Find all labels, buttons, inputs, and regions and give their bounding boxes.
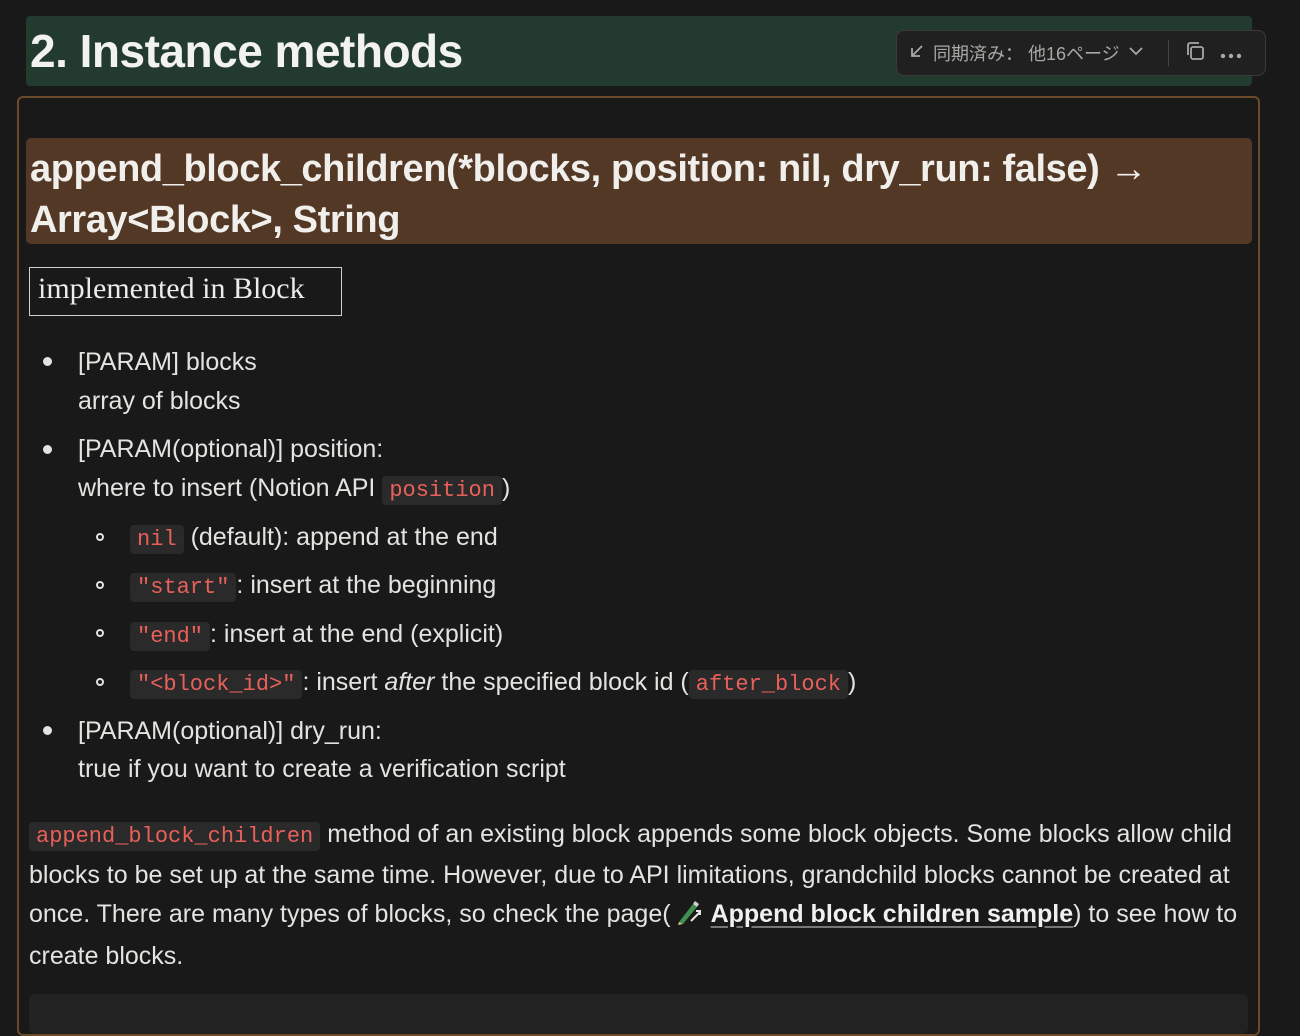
copy-sync-button[interactable] [1177,35,1213,71]
position-option-start: "start": insert at the beginning [130,568,496,605]
bullet-dot [43,726,52,735]
sub-bullet-circle [96,678,104,686]
pencil-page-icon [675,898,705,937]
position-desc-suffix: ) [501,474,511,502]
position-desc-prefix: where to insert (Notion API [78,474,376,502]
param-position-desc: where to insert (Notion API position) [78,471,510,508]
method-description: append_block_children method of an exist… [29,815,1254,976]
param-blocks-label: [PARAM] blocks [78,348,257,376]
sub-bullet-circle [96,629,104,637]
copy-icon [1184,40,1206,67]
option-code: "end" [130,622,211,651]
option-code: "<block_id>" [130,670,303,699]
bullet-dot [43,445,52,454]
option-code: nil [130,525,184,554]
option-text: : insert at the beginning [236,571,497,599]
toolbar-divider [1167,40,1169,66]
param-blocks-desc: array of blocks [78,387,241,415]
param-dry-run-label: [PARAM(optional)] dry_run: [78,717,382,745]
more-options-button[interactable] [1213,35,1249,71]
position-option-end: "end": insert at the end (explicit) [130,617,503,654]
param-position-label: [PARAM(optional)] position: [78,435,384,463]
option-text-pre: : insert [302,668,378,696]
sub-bullet-circle [96,581,104,589]
heading-3-block: append_block_children(*blocks, position:… [26,138,1252,244]
append-block-children-sample-link[interactable]: Append block children sample [711,900,1074,928]
heading-2-title: 2. Instance methods [30,25,463,77]
synced-block-toolbar: 同期済み： 他16ページ [896,30,1266,76]
param-dry-run-desc: true if you want to create a verificatio… [78,755,566,783]
after-block-code: after_block [688,670,848,699]
chevron-down-icon [1128,43,1144,64]
position-option-nil: nil (default): append at the end [130,520,498,557]
code-block [29,994,1248,1034]
option-text: (default): append at the end [190,523,498,551]
synced-pages-button[interactable]: 同期済み： 他16ページ [897,31,1154,75]
description-code: append_block_children [29,822,321,851]
option-text: : insert at the end (explicit) [210,620,504,648]
option-text-end: ) [848,668,857,696]
method-signature: append_block_children(*blocks, position:… [30,148,1148,241]
position-option-block-id: "<block_id>": insert after the specified… [130,665,856,702]
more-icon [1220,43,1242,64]
arrow-down-left-icon [909,43,925,64]
bullet-dot [43,357,52,366]
option-text-post: the specified block id ( [441,668,689,696]
option-text-em: after [384,668,435,696]
synced-pages-label: 同期済み： 他16ページ [933,44,1120,64]
implemented-in-label: implemented in Block [29,267,342,316]
position-code: position [382,476,502,505]
sub-bullet-circle [96,533,104,541]
option-code: "start" [130,573,237,602]
